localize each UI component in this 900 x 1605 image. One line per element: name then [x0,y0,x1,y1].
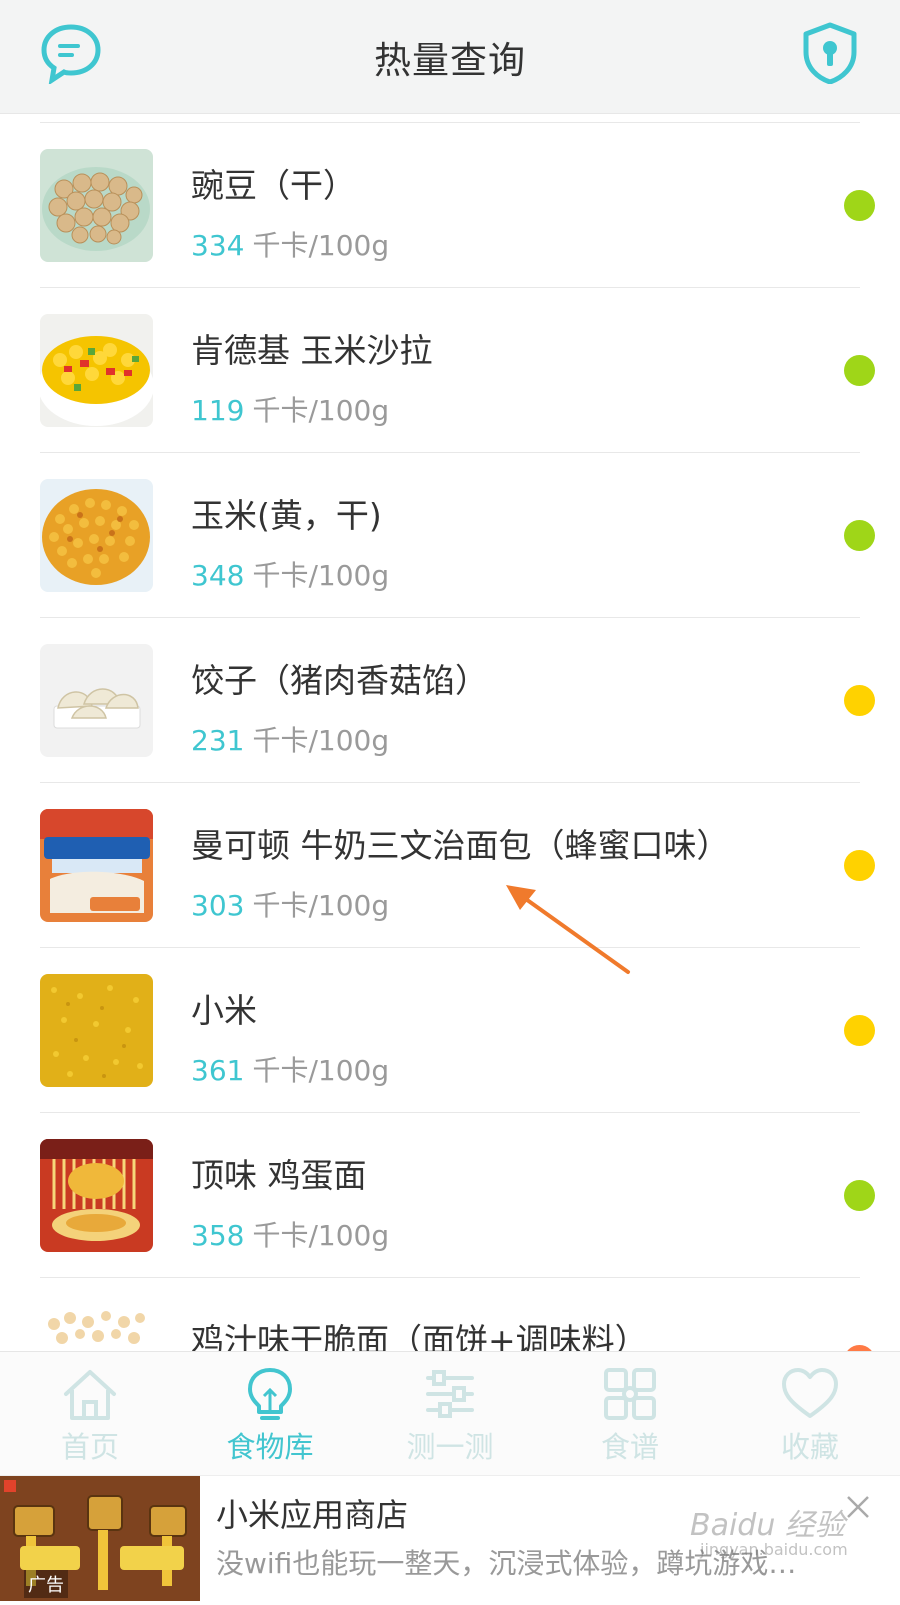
food-calories: 358 千卡/100g [191,1214,389,1254]
grid-icon [604,1368,656,1420]
calorie-value: 334 [191,229,245,262]
sliders-icon [426,1370,474,1418]
food-name: 曼可顿 牛奶三文治面包（蜂蜜口味） [191,826,730,865]
food-thumbnail [40,1139,153,1252]
heart-icon [782,1368,838,1418]
food-calories: 119 千卡/100g [191,389,389,429]
tab-label: 食物库 [226,1430,314,1464]
food-list[interactable]: 豌豆（干） 334 千卡/100g 肯德基 玉米沙拉 119 千卡/100g 玉… [0,114,900,1351]
bottom-tab-bar: 首页 食物库 测一测 食谱 收藏 [0,1351,900,1476]
food-list-item[interactable]: 小米 361 千卡/100g [0,948,900,1113]
food-name: 饺子（猪肉香菇馅） [191,661,488,700]
health-indicator-dot [844,850,875,881]
watermark: Baidu 经验 [690,1508,845,1543]
calorie-unit: 千卡/100g [252,1219,390,1252]
health-indicator-dot [844,520,875,551]
food-name: 小米 [191,991,257,1030]
health-indicator-dot [844,1180,875,1211]
tab-recipes[interactable]: 食谱 [540,1352,720,1476]
food-thumbnail [40,149,153,262]
calorie-value: 303 [191,889,245,922]
annotation-arrow-icon [506,885,630,974]
calorie-unit: 千卡/100g [252,229,390,262]
food-list-item[interactable]: 鸡汁味干脆面（面饼+调味料） [0,1278,900,1351]
food-name: 豌豆（干） [191,166,356,205]
calorie-value: 119 [191,394,245,427]
food-thumbnail [40,974,153,1087]
food-thumbnail [40,1304,153,1351]
food-calories: 334 千卡/100g [191,224,389,264]
health-indicator-dot [844,1015,875,1046]
health-indicator-dot [844,190,875,221]
ad-image[interactable]: 广告 [0,1476,200,1601]
food-list-item[interactable]: 肯德基 玉米沙拉 119 千卡/100g [0,288,900,453]
food-list-item[interactable]: 顶味 鸡蛋面 358 千卡/100g [0,1113,900,1278]
tab-label: 测一测 [406,1430,494,1464]
home-icon [64,1370,116,1420]
app-header: 热量查询 [0,0,900,114]
food-list-item[interactable]: 饺子（猪肉香菇馅） 231 千卡/100g [0,618,900,783]
food-calories: 348 千卡/100g [191,554,389,594]
shield-keyhole-icon[interactable] [802,22,858,84]
calorie-value: 361 [191,1054,245,1087]
food-thumbnail [40,809,153,922]
food-name: 顶味 鸡蛋面 [191,1156,367,1195]
ad-tag: 广告 [24,1570,68,1598]
food-name: 玉米(黄，干) [191,496,382,535]
health-indicator-dot [844,355,875,386]
calorie-value: 348 [191,559,245,592]
calorie-value: 358 [191,1219,245,1252]
food-list-item[interactable]: 豌豆（干） 334 千卡/100g [0,123,900,288]
food-calories: 231 千卡/100g [191,719,389,759]
food-calories: 361 千卡/100g [191,1049,389,1089]
calorie-unit: 千卡/100g [252,559,390,592]
food-thumbnail [40,314,153,427]
health-indicator-dot [844,685,875,716]
close-icon[interactable] [845,1494,871,1520]
watermark-url: jingyan.baidu.com [700,1540,848,1559]
calorie-value: 231 [191,724,245,757]
calorie-unit: 千卡/100g [252,724,390,757]
tab-test[interactable]: 测一测 [360,1352,540,1476]
calorie-unit: 千卡/100g [252,1054,390,1087]
food-name: 鸡汁味干脆面（面饼+调味料） [191,1321,648,1351]
tab-food-library[interactable]: 食物库 [180,1352,360,1476]
food-name: 肯德基 玉米沙拉 [191,331,433,370]
tab-label: 首页 [60,1430,119,1464]
food-calories: 303 千卡/100g [191,884,389,924]
calorie-unit: 千卡/100g [252,889,390,922]
lightbulb-icon [248,1368,292,1420]
calorie-unit: 千卡/100g [252,394,390,427]
food-thumbnail [40,479,153,592]
food-list-item[interactable]: 曼可顿 牛奶三文治面包（蜂蜜口味） 303 千卡/100g [0,783,900,948]
food-thumbnail [40,644,153,757]
tab-favorites[interactable]: 收藏 [720,1352,900,1476]
ad-title: 小米应用商店 [216,1496,409,1534]
page-title: 热量查询 [374,39,526,82]
tab-label: 收藏 [780,1430,839,1464]
tab-home[interactable]: 首页 [0,1352,180,1476]
food-list-item[interactable]: 玉米(黄，干) 348 千卡/100g [0,453,900,618]
tab-label: 食谱 [600,1430,659,1464]
